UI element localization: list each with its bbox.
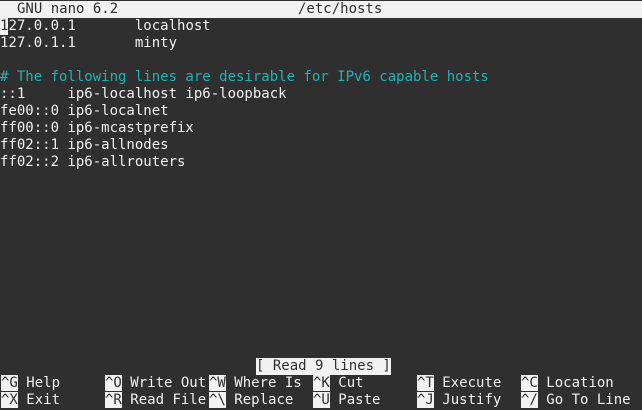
- shortcut-key: ^R: [105, 392, 122, 408]
- shortcut-write-out[interactable]: ^O Write Out: [105, 375, 206, 392]
- editor-line[interactable]: fe00::0 ip6-localnet: [0, 103, 169, 120]
- editor-line-comment[interactable]: # The following lines are desirable for …: [0, 69, 489, 86]
- shortcut-key: ^G: [1, 375, 18, 391]
- shortcut-key: ^T: [417, 375, 434, 391]
- shortcut-label: Cut: [338, 375, 364, 391]
- editor-line[interactable]: ff00::0 ip6-mcastprefix: [0, 120, 194, 137]
- editor-line-text: fe00::0 ip6-localnet: [0, 103, 169, 119]
- title-bar: GNU nano 6.2 /etc/hosts: [0, 1, 642, 18]
- editor-area[interactable]: 127.0.0.1 localhost 127.0.1.1 minty # Th…: [0, 18, 642, 358]
- shortcut-label: Write Out: [130, 375, 207, 391]
- editor-line[interactable]: 127.0.1.1 minty: [0, 35, 177, 52]
- editor-line[interactable]: ::1 ip6-localhost ip6-loopback: [0, 86, 287, 103]
- shortcut-paste[interactable]: ^U Paste: [313, 392, 380, 409]
- status-message: [ Read 9 lines ]: [256, 358, 391, 375]
- shortcut-where-is[interactable]: ^W Where Is: [209, 375, 302, 392]
- shortcut-cut[interactable]: ^K Cut: [313, 375, 364, 392]
- shortcut-label: Read File: [130, 392, 207, 408]
- shortcut-replace[interactable]: ^\ Replace: [209, 392, 293, 409]
- shortcut-execute[interactable]: ^T Execute: [417, 375, 501, 392]
- shortcut-key: ^X: [1, 392, 18, 408]
- editor-line[interactable]: ff02::1 ip6-allnodes: [0, 137, 169, 154]
- editor-line-text: ff02::1 ip6-allnodes: [0, 137, 169, 153]
- shortcut-key: ^C: [521, 375, 538, 391]
- shortcut-label: Paste: [338, 392, 381, 408]
- shortcut-help[interactable]: ^G Help: [1, 375, 60, 392]
- shortcut-label: Execute: [442, 375, 502, 391]
- shortcut-key: ^W: [209, 375, 226, 391]
- shortcut-label: Help: [26, 375, 61, 391]
- editor-line-text: 127.0.1.1 minty: [0, 35, 178, 51]
- shortcut-label: Exit: [26, 392, 61, 408]
- shortcut-justify[interactable]: ^J Justify: [417, 392, 501, 409]
- shortcut-key: ^K: [313, 375, 330, 391]
- editor-line-text: 27.0.0.1 localhost: [8, 18, 211, 34]
- shortcut-key: ^/: [521, 392, 538, 408]
- shortcut-key: ^\: [209, 392, 226, 408]
- shortcut-label: Replace: [234, 392, 294, 408]
- shortcut-go-to-line[interactable]: ^/ Go To Line: [521, 392, 631, 409]
- file-name-label: /etc/hosts: [298, 1, 383, 17]
- shortcut-location[interactable]: ^C Location: [521, 375, 614, 392]
- shortcut-label: Go To Line: [546, 392, 631, 408]
- shortcut-label: Where Is: [234, 375, 302, 391]
- editor-line-text: ff02::2 ip6-allrouters: [0, 154, 186, 170]
- shortcut-label: Justify: [442, 392, 502, 408]
- editor-line-text: ff00::0 ip6-mcastprefix: [0, 120, 194, 136]
- editor-line-text: # The following lines are desirable for …: [0, 69, 489, 85]
- shortcut-read-file[interactable]: ^R Read File: [105, 392, 206, 409]
- editor-line-text: ::1 ip6-localhost ip6-loopback: [0, 86, 287, 102]
- shortcut-exit[interactable]: ^X Exit: [1, 392, 60, 409]
- app-version-label: GNU nano 6.2: [17, 1, 119, 17]
- shortcut-label: Location: [546, 375, 614, 391]
- shortcut-key: ^O: [105, 375, 122, 391]
- editor-line[interactable]: ff02::2 ip6-allrouters: [0, 154, 185, 171]
- shortcut-key: ^U: [313, 392, 330, 408]
- editor-line[interactable]: 127.0.0.1 localhost: [0, 18, 211, 35]
- shortcut-key: ^J: [417, 392, 434, 408]
